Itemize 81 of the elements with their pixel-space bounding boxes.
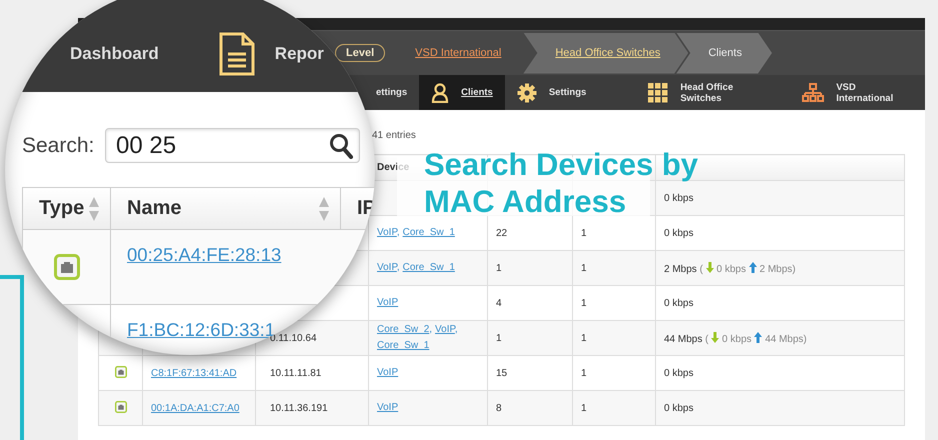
- upload-rate: 44 Mbps): [765, 334, 807, 344]
- search-label: Search:: [22, 134, 96, 158]
- port-number: 1: [496, 332, 502, 344]
- device-link[interactable]: VoIP: [377, 262, 397, 273]
- grid-icon: [648, 82, 668, 102]
- port-number: 22: [496, 228, 508, 238]
- nav-tab[interactable]: Head Office Switches: [636, 75, 786, 110]
- traffic-total: 0 kbps: [664, 298, 694, 308]
- tab-label[interactable]: Head Office Switches: [680, 82, 774, 104]
- traffic-total: 0 kbps: [664, 228, 694, 238]
- port-number: 1: [496, 262, 502, 274]
- search-field[interactable]: 00 25: [105, 128, 360, 163]
- document-icon: [218, 32, 255, 76]
- ip-address: 10.11.36.191: [270, 402, 328, 414]
- traffic-total: 2 Mbps: [664, 264, 697, 274]
- device-link[interactable]: Core_Sw_1: [402, 262, 455, 273]
- device-link[interactable]: VoIP: [377, 227, 397, 238]
- vlan-number: 1: [581, 262, 587, 274]
- vlan-number: 1: [581, 402, 587, 414]
- column-header: Type: [39, 197, 84, 220]
- device-link[interactable]: Core_Sw_1: [402, 227, 455, 238]
- device-link[interactable]: Core_Sw_1: [377, 340, 430, 351]
- tab-label[interactable]: Settings: [548, 87, 586, 98]
- breadcrumb-item[interactable]: Head Office Switches: [523, 32, 688, 74]
- breadcrumb-link[interactable]: VSD International: [415, 47, 502, 59]
- gear-icon: [516, 82, 537, 102]
- device-link[interactable]: VoIP: [377, 402, 398, 413]
- nav-tab[interactable]: Clients: [419, 75, 505, 110]
- vlan-number: 1: [581, 332, 587, 344]
- upload-rate: 2 Mbps): [760, 264, 796, 274]
- tab-label[interactable]: ettings: [376, 87, 408, 98]
- comma-text: ,: [429, 324, 432, 335]
- traffic-total: 0 kbps: [664, 192, 694, 204]
- nav-tab[interactable]: ettings: [376, 75, 420, 110]
- hierarchy-icon: [802, 82, 824, 102]
- vlan-number: 1: [581, 368, 587, 378]
- headline: MAC Address: [424, 183, 626, 220]
- person-icon: [431, 82, 450, 102]
- search-icon: [329, 132, 353, 158]
- nav-tab[interactable]: Settings: [504, 75, 598, 110]
- tab-label[interactable]: VSD International: [836, 82, 913, 104]
- nav-tab[interactable]: VSD International: [790, 75, 925, 110]
- sort-icon[interactable]: [318, 196, 330, 222]
- traffic-total: 0 kbps: [664, 402, 694, 414]
- device-link[interactable]: Core_Sw_2: [377, 324, 430, 335]
- ethernet-port-icon: [114, 366, 126, 378]
- ethernet-port-icon: [114, 400, 126, 412]
- column-header: Name: [127, 197, 182, 220]
- traffic-total: 44 Mbps: [664, 334, 702, 344]
- down-arrow-icon: [706, 262, 714, 272]
- breadcrumb-link[interactable]: Head Office Switches: [555, 47, 660, 59]
- device-link[interactable]: VoIP: [377, 367, 398, 378]
- up-arrow-icon: [748, 262, 757, 272]
- ip-address: 0.11.10.64: [270, 332, 317, 344]
- vlan-number: 1: [581, 298, 587, 308]
- port-number: 8: [496, 402, 502, 414]
- traffic-total: 0 kbps: [664, 368, 694, 378]
- comma-text: ,: [396, 262, 400, 273]
- breadcrumb-text: Clients: [708, 47, 742, 59]
- download-rate: 0 kbps: [716, 264, 746, 274]
- sort-icon[interactable]: [88, 196, 100, 222]
- port-number: 4: [496, 298, 502, 308]
- tab-label[interactable]: Clients: [461, 87, 493, 98]
- down-arrow-icon: [711, 332, 720, 342]
- up-arrow-icon: [754, 332, 762, 342]
- headline: Search Devices by: [424, 146, 698, 183]
- comma-text: ,: [396, 227, 400, 238]
- nav-link[interactable]: Dashboard: [70, 44, 159, 64]
- paren-text: (: [700, 264, 703, 274]
- ip-address: 10.11.11.81: [270, 368, 322, 378]
- ethernet-port-icon: [54, 254, 80, 280]
- port-number: 15: [496, 368, 508, 378]
- download-rate: 0 kbps: [722, 334, 752, 344]
- nav-link[interactable]: Repor: [274, 44, 324, 64]
- vlan-number: 1: [581, 228, 587, 238]
- device-link[interactable]: VoIP: [377, 297, 398, 308]
- comma-text: ,: [454, 324, 458, 335]
- device-link[interactable]: VoIP: [435, 324, 455, 335]
- paren-text: (: [705, 334, 708, 344]
- breadcrumb-item[interactable]: VSD International: [401, 32, 524, 74]
- entries-count: 41 entries: [372, 130, 417, 142]
